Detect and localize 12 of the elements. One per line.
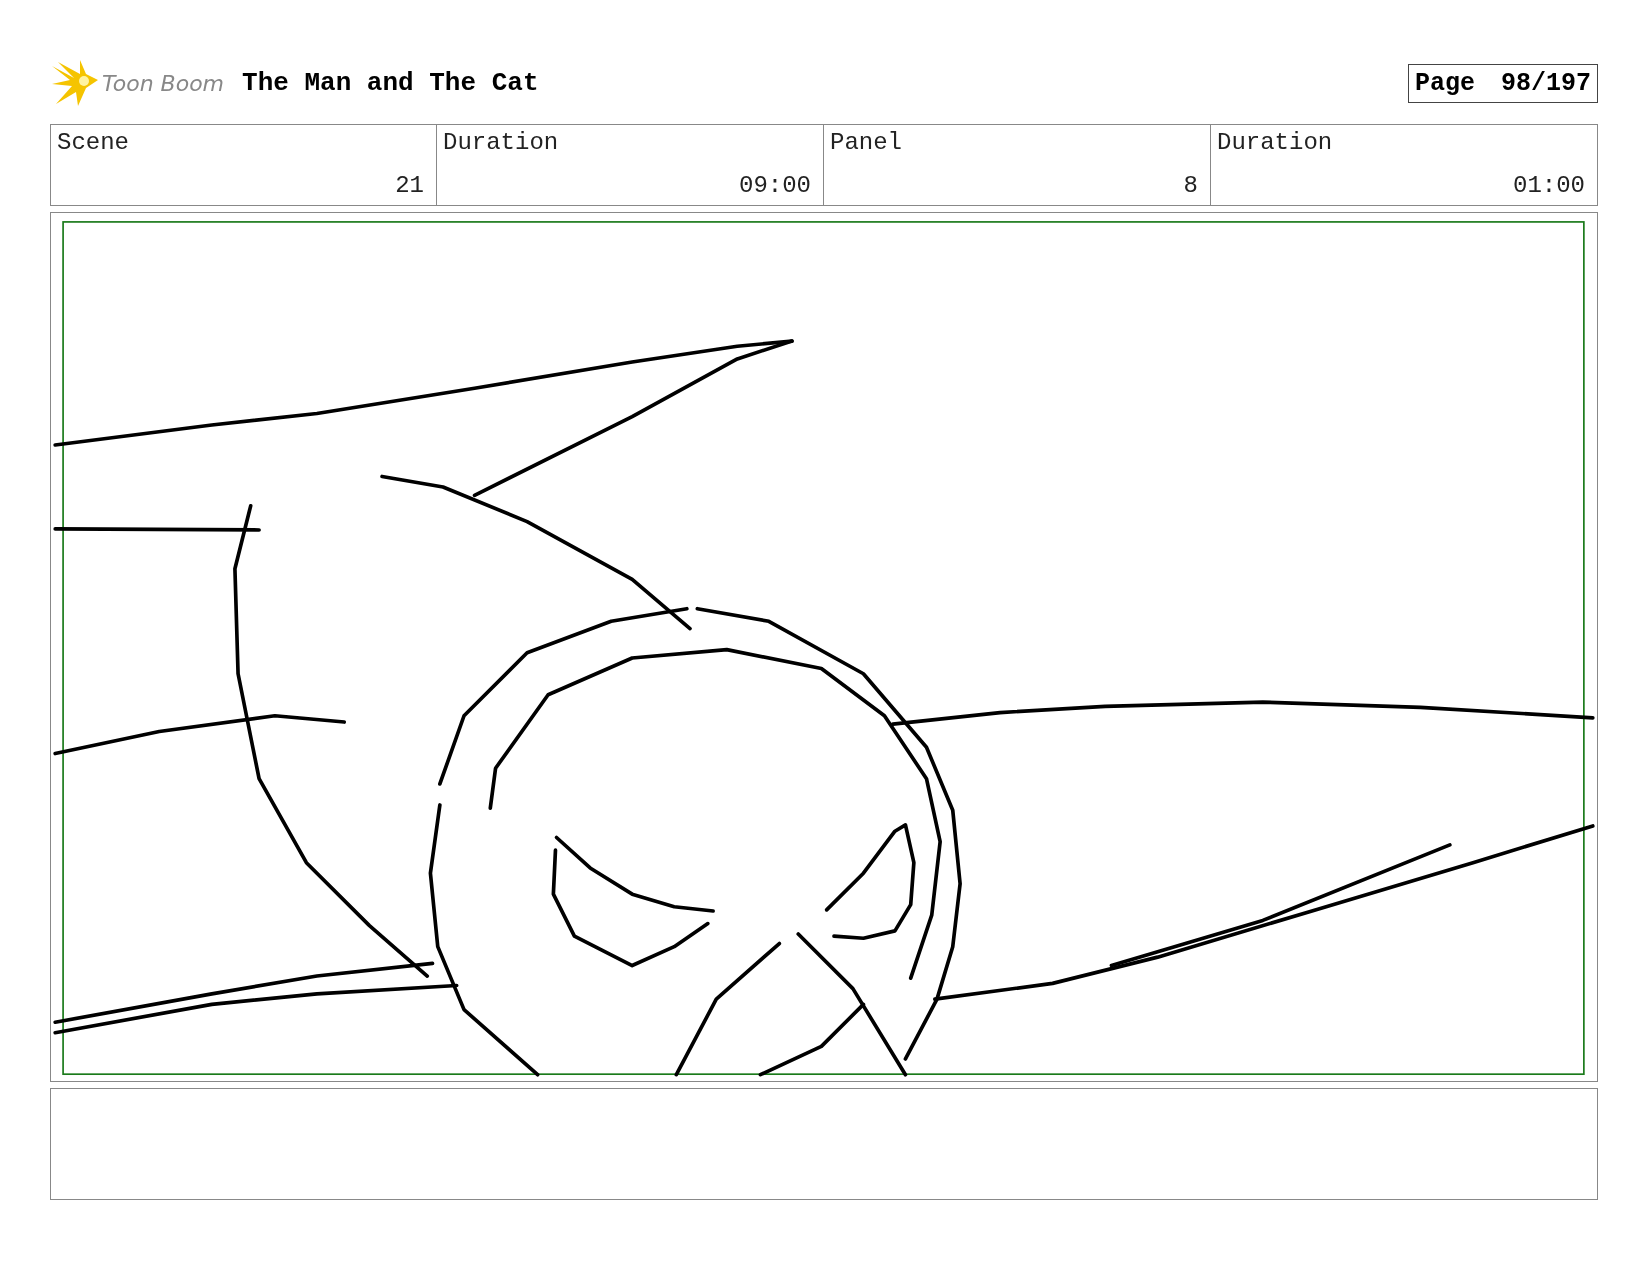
- field-value: 21: [395, 172, 424, 199]
- field-label: Scene: [57, 129, 129, 156]
- field-label: Duration: [443, 129, 559, 156]
- field-value: 8: [1183, 172, 1198, 199]
- page-number: 98/197: [1501, 68, 1591, 98]
- field-label: Duration: [1217, 129, 1333, 156]
- field-value: 01:00: [1513, 172, 1585, 199]
- field-label: Panel: [830, 129, 902, 156]
- storyboard-title: The Man and The Cat: [242, 68, 539, 98]
- logo-text: Toon Boom: [102, 70, 225, 96]
- field-value: 09:00: [739, 172, 811, 199]
- page-label: Page: [1414, 68, 1475, 98]
